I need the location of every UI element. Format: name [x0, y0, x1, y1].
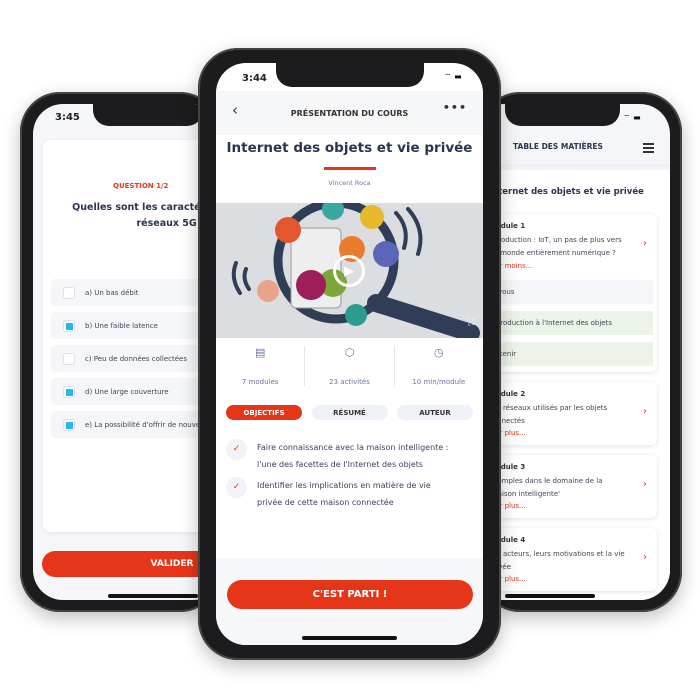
start-button[interactable]: C'EST PARTI !: [227, 580, 473, 609]
question-label: QUESTION 1/2: [113, 182, 169, 190]
course-screen: 3:44 ⌔ ▬ PRÉSENTATION DU COURS ‹ ••• Int…: [216, 63, 483, 645]
tab-resume[interactable]: RÉSUMÉ: [311, 405, 388, 420]
notch: [505, 104, 620, 126]
option-label: a) Un bas débit: [85, 288, 139, 297]
tab-objectifs[interactable]: OBJECTIFS: [226, 405, 302, 420]
back-chevron-icon[interactable]: ‹: [232, 101, 238, 119]
stat-label: 23 activités: [329, 378, 370, 386]
module-item[interactable]: À vous: [483, 280, 653, 304]
module-card-1[interactable]: Module 1 Introduction : IoT, un pas de p…: [479, 214, 657, 372]
stat-label: 10 min/module: [412, 378, 466, 386]
objective-line: privée de cette maison connectée: [257, 498, 394, 507]
chevron-right-icon[interactable]: ›: [643, 406, 647, 417]
toc-course-title: Internet des objets et vie privée: [489, 187, 644, 197]
module-description: Introduction : IoT, un pas de plus vers u…: [489, 234, 639, 260]
course-phone: 3:44 ⌔ ▬ PRÉSENTATION DU COURS ‹ ••• Int…: [198, 48, 501, 660]
desc-line: 'maison intelligente': [489, 490, 560, 498]
objective-line: Identifier les implications en matière d…: [257, 481, 431, 490]
desc-line: Les réseaux utilisés par les objets: [489, 404, 608, 412]
validate-button[interactable]: VALIDER: [42, 551, 223, 577]
checkmark-icon: ✓: [226, 477, 247, 498]
checkmark-icon: ✓: [226, 439, 247, 460]
course-title: Internet des objets et vie privée: [226, 140, 473, 156]
module-card-3[interactable]: Module 3 Exemples dans le domaine de la '…: [479, 455, 657, 518]
desc-line: un monde entièrement numérique ?: [489, 249, 616, 257]
desc-line: Introduction : IoT, un pas de plus vers: [489, 236, 622, 244]
play-icon[interactable]: ▶: [333, 255, 365, 287]
option-label: c) Peu de données collectées: [85, 354, 187, 363]
checkbox[interactable]: [63, 352, 75, 365]
toc-phone: ⌔ ▬ TABLE DES MATIÈRES Internet des obje…: [475, 92, 682, 612]
stat-duration: ◷ 10 min/module: [395, 346, 483, 386]
header-title: PRÉSENTATION DU COURS: [290, 108, 409, 118]
tab-auteur[interactable]: AUTEUR: [397, 405, 473, 420]
home-indicator: [108, 594, 198, 598]
objective-line: l'une des facettes de l'Internet des obj…: [257, 460, 424, 469]
wifi-battery-icon: ⌔ ▬: [623, 113, 641, 122]
objective-item: ✓ Identifier les implications en matière …: [226, 477, 476, 511]
document-icon: ▤: [254, 346, 266, 359]
title-underline: [324, 167, 376, 170]
home-indicator: [505, 594, 595, 598]
chevron-right-icon[interactable]: ›: [643, 552, 647, 563]
module-card-2[interactable]: Module 2 Les réseaux utilisés par les ob…: [479, 382, 657, 445]
fullscreen-icon[interactable]: ⛶: [468, 318, 474, 328]
desc-line: privée: [489, 561, 639, 574]
checkbox[interactable]: [63, 385, 75, 398]
hamburger-menu-icon[interactable]: [643, 143, 654, 155]
cube-icon: ⬡: [344, 346, 355, 359]
stat-label: 7 modules: [241, 378, 279, 386]
option-label: b) Une faible latence: [85, 321, 158, 330]
home-indicator: [302, 636, 397, 640]
notch: [276, 63, 424, 87]
quiz-screen: 3:45 QUESTION 1/2 Quelles sont les carac…: [33, 104, 223, 600]
chevron-right-icon[interactable]: ›: [643, 238, 647, 249]
course-video[interactable]: ▶ ⛶: [216, 203, 483, 338]
checkbox[interactable]: [63, 319, 75, 332]
course-author[interactable]: Vincent Roca: [216, 179, 483, 187]
module-description: Les acteurs, leurs motivations et la vie…: [489, 548, 639, 574]
more-options-icon[interactable]: •••: [443, 101, 467, 114]
notch: [93, 104, 203, 126]
module-item[interactable]: Introduction à l'Internet des objets: [483, 311, 653, 335]
clock-icon: ◷: [434, 346, 444, 359]
checkbox[interactable]: [63, 418, 75, 431]
status-time: 3:44: [242, 73, 267, 84]
module-card-4[interactable]: Module 4 Les acteurs, leurs motivations …: [479, 528, 657, 591]
objective-item: ✓ Faire connaissance avec la maison intel…: [226, 439, 476, 473]
chevron-right-icon[interactable]: ›: [643, 479, 647, 490]
toc-header-title: TABLE DES MATIÈRES: [513, 142, 603, 151]
module-item[interactable]: Retenir: [483, 342, 653, 366]
module-description: Les réseaux utilisés par les objets conne…: [489, 402, 639, 428]
status-time: 3:45: [55, 112, 80, 123]
course-stats: ▤ 7 modules ⬡ 23 activités ◷ 10 min/module: [216, 346, 483, 386]
stat-modules: ▤ 7 modules: [216, 346, 306, 386]
desc-line: Exemples dans le domaine de la: [489, 477, 603, 485]
option-label: d) Une large couverture: [85, 387, 169, 396]
stat-activities: ⬡ 23 activités: [305, 346, 395, 386]
course-tabs: OBJECTIFS RÉSUMÉ AUTEUR: [226, 405, 473, 420]
quiz-phone: 3:45 QUESTION 1/2 Quelles sont les carac…: [20, 92, 223, 612]
checkbox[interactable]: [63, 286, 75, 299]
desc-line: connectés: [489, 417, 525, 425]
objective-line: Faire connaissance avec la maison intell…: [257, 443, 449, 452]
module-description: Exemples dans le domaine de la 'maison in…: [489, 475, 639, 501]
wifi-battery-icon: ⌔ ▬: [444, 72, 462, 81]
toc-screen: ⌔ ▬ TABLE DES MATIÈRES Internet des obje…: [475, 104, 670, 600]
desc-line: Les acteurs, leurs motivations et la vie: [489, 550, 625, 558]
